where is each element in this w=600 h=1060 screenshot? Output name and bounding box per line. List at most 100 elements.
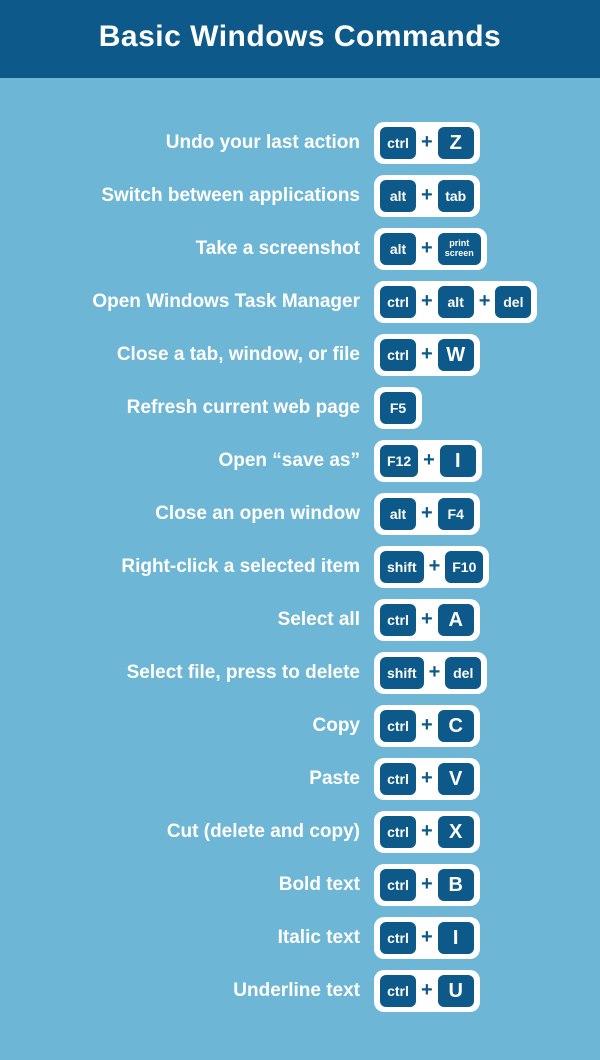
key-combo: ctrl+U [374,970,480,1012]
shortcut-row: Underline textctrl+U [0,964,600,1017]
plus-icon: + [416,343,438,366]
plus-icon: + [416,237,438,260]
shortcut-label: Select all [0,609,374,631]
keycap: alt [380,233,416,265]
plus-icon: + [416,767,438,790]
shortcut-row: Close an open windowalt+F4 [0,487,600,540]
shortcut-row: Copyctrl+C [0,699,600,752]
key-combo: shift+del [374,652,487,694]
shortcut-row: Refresh current web page F5 [0,381,600,434]
keycap: alt [380,498,416,530]
shortcut-label: Refresh current web page [0,397,374,419]
shortcut-row: Open “save as”F12+I [0,434,600,487]
shortcut-row: Italic textctrl+I [0,911,600,964]
key-combo: ctrl+A [374,599,480,641]
shortcut-label: Open Windows Task Manager [0,291,374,313]
keycap: I [438,922,474,954]
shortcut-label: Close a tab, window, or file [0,344,374,366]
shortcut-label: Underline text [0,980,374,1002]
shortcut-label: Bold text [0,874,374,896]
plus-icon: + [416,131,438,154]
shortcut-row: Take a screenshotalt+print screen [0,222,600,275]
shortcut-label: Switch between applications [0,185,374,207]
plus-icon: + [418,449,440,472]
shortcut-label: Select file, press to delete [0,662,374,684]
plus-icon: + [416,714,438,737]
shortcut-row: Select allctrl+A [0,593,600,646]
keycap: X [438,816,474,848]
key-combo: F12+I [374,440,482,482]
keycap: shift [380,657,424,689]
key-combo: F5 [374,387,422,429]
keycap: ctrl [380,763,416,795]
key-combo: alt+print screen [374,228,487,270]
keycap: tab [438,180,474,212]
plus-icon: + [416,873,438,896]
keycap: alt [380,180,416,212]
keycap: ctrl [380,710,416,742]
plus-icon: + [474,290,496,313]
key-combo: ctrl+W [374,334,480,376]
shortcut-label: Close an open window [0,503,374,525]
key-combo: alt+F4 [374,493,480,535]
keycap: V [438,763,474,795]
shortcut-row: Pastectrl+V [0,752,600,805]
shortcut-row: Bold textctrl+B [0,858,600,911]
shortcut-row: Right-click a selected itemshift+F10 [0,540,600,593]
shortcut-label: Paste [0,768,374,790]
shortcut-label: Right-click a selected item [0,556,374,578]
key-combo: ctrl+I [374,917,480,959]
plus-icon: + [416,608,438,631]
shortcut-label: Open “save as” [0,450,374,472]
page-title: Basic Windows Commands [0,20,600,54]
shortcut-row: Open Windows Task Managerctrl+alt+del [0,275,600,328]
keycap: print screen [438,233,481,265]
keycap: A [438,604,474,636]
header: Basic Windows Commands [0,0,600,78]
keycap: alt [438,286,474,318]
plus-icon: + [416,926,438,949]
shortcut-row: Switch between applicationsalt+tab [0,169,600,222]
shortcut-label: Italic text [0,927,374,949]
keycap: B [438,869,474,901]
keycap: U [438,975,474,1007]
keycap: del [445,657,481,689]
keycap: ctrl [380,922,416,954]
plus-icon: + [424,661,446,684]
shortcut-row: Close a tab, window, or filectrl+W [0,328,600,381]
shortcut-row: Undo your last actionctrl+Z [0,116,600,169]
plus-icon: + [416,502,438,525]
shortcut-row: Select file, press to deleteshift+del [0,646,600,699]
keycap: ctrl [380,869,416,901]
keycap: F10 [445,551,483,583]
key-combo: ctrl+Z [374,122,480,164]
key-combo: ctrl+C [374,705,480,747]
keycap: F12 [380,445,418,477]
plus-icon: + [416,820,438,843]
keycap: del [495,286,531,318]
keycap: C [438,710,474,742]
keycap: shift [380,551,424,583]
key-combo: shift+F10 [374,546,489,588]
keycap: I [440,445,476,477]
keycap: ctrl [380,286,416,318]
keycap: ctrl [380,975,416,1007]
shortcut-label: Take a screenshot [0,238,374,260]
key-combo: ctrl+B [374,864,480,906]
shortcut-label: Copy [0,715,374,737]
keycap: W [438,339,474,371]
keycap: ctrl [380,339,416,371]
plus-icon: + [416,184,438,207]
key-combo: ctrl+X [374,811,480,853]
plus-icon: + [416,290,438,313]
key-combo: ctrl+V [374,758,480,800]
keycap: ctrl [380,127,416,159]
keycap: Z [438,127,474,159]
shortcut-label: Cut (delete and copy) [0,821,374,843]
key-combo: alt+tab [374,175,480,217]
plus-icon: + [416,979,438,1002]
key-combo: ctrl+alt+del [374,281,537,323]
shortcut-row: Cut (delete and copy)ctrl+X [0,805,600,858]
keycap: F5 [380,392,416,424]
keycap: ctrl [380,816,416,848]
